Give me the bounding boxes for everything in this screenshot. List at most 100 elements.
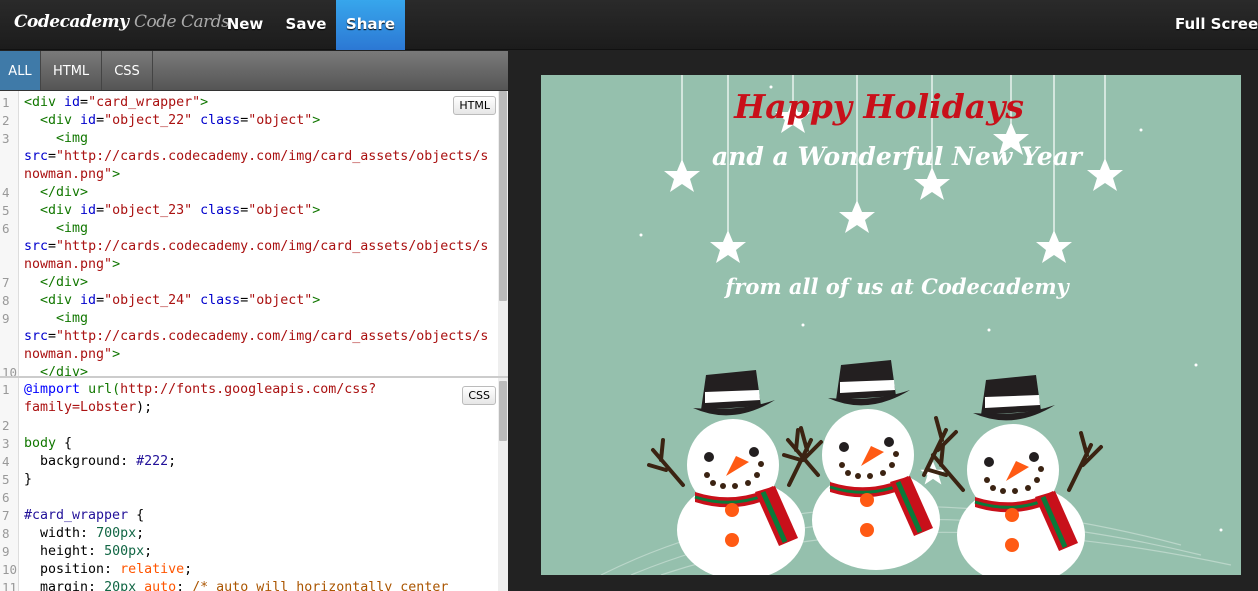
code-text: background: #222; [24,453,176,471]
code-line[interactable]: 10 </div> [0,364,498,376]
card-title: Happy Holidays [734,87,1024,126]
code-line[interactable]: src="http://cards.codecademy.com/img/car… [0,148,498,166]
code-token: = [96,203,105,218]
code-token: #222 [136,454,169,469]
code-token: src [24,149,49,164]
code-line[interactable]: 1 @import url(http://fonts.googleapis.com… [0,381,498,399]
save-button[interactable]: Save [276,0,336,50]
code-token: <img [56,131,89,146]
code-token: </div> [40,275,89,290]
code-text: <div id="object_23" class="object"> [24,202,320,220]
code-text: <img [24,130,88,148]
css-scrollbar[interactable] [498,378,508,591]
code-token: "object_23" [104,203,193,218]
code-line[interactable]: 9 height: 500px; [0,543,498,561]
css-mode-button[interactable]: CSS [462,386,496,405]
code-text: nowman.png"> [24,346,120,364]
code-line[interactable]: nowman.png"> [0,166,498,184]
code-line[interactable]: 8 width: 700px; [0,525,498,543]
code-line[interactable]: 8 <div id="object_24" class="object"> [0,292,498,310]
line-number: 4 [2,454,10,469]
code-token: ); [136,400,153,415]
code-line[interactable]: 9 <img [0,310,498,328]
tab-html[interactable]: HTML [41,51,103,90]
code-line[interactable]: 5} [0,471,498,489]
css-editor[interactable]: 1 @import url(http://fonts.googleapis.com… [0,378,508,591]
share-button[interactable]: Share [336,0,405,50]
code-line[interactable]: 3 <img [0,130,498,148]
line-number: 7 [2,275,10,290]
tab-css[interactable]: CSS [102,51,153,90]
code-text: <img [24,220,88,238]
code-editor: ALL HTML CSS 1 <div id="card_wrapper"> 2 <… [0,51,508,591]
code-line[interactable]: src="http://cards.codecademy.com/img/car… [0,238,498,256]
card-signature: from all of us at Codecademy [725,274,1069,299]
html-scrollbar[interactable] [498,91,508,376]
code-line[interactable]: 4 </div> [0,184,498,202]
code-token: <div [40,293,81,308]
code-line[interactable]: 6 [0,489,498,507]
line-number: 5 [2,203,10,218]
code-line[interactable]: 4 background: #222; [0,453,498,471]
html-editor[interactable]: 1 <div id="card_wrapper"> 2 <div id="objec… [0,91,508,378]
line-number: 10 [2,562,18,577]
code-line[interactable]: 2 [0,417,498,435]
code-text: nowman.png"> [24,166,120,184]
code-token: family=Lobster [24,400,137,415]
scrollbar-thumb[interactable] [499,91,507,301]
tab-all[interactable]: ALL [0,51,41,90]
code-token: = [48,149,57,164]
scrollbar-thumb[interactable] [499,381,507,441]
line-number: 7 [2,508,10,523]
code-line[interactable]: 3 body { [0,435,498,453]
code-token: { [56,436,73,451]
code-line[interactable]: 11 margin: 20px auto; /* auto will horiz… [0,579,498,591]
code-text: body { [24,435,72,453]
code-text: </div> [24,274,88,292]
code-token: </div> [40,185,89,200]
fullscreen-button[interactable]: Full Screen [1175,0,1258,50]
code-token: ; [144,544,153,559]
code-token: #card_wrapper [24,508,129,523]
code-token: <img [56,221,89,236]
code-line[interactable]: nowman.png"> [0,256,498,274]
code-token: ; [168,454,177,469]
code-token: > [200,95,209,110]
code-line[interactable]: family=Lobster); [0,399,498,417]
code-token: "object" [248,113,313,128]
code-line[interactable]: 10 position: relative; [0,561,498,579]
code-token: /* auto will horizontally center [192,580,449,591]
code-token: auto [144,580,177,591]
code-line[interactable]: 7 #card_wrapper { [0,507,498,525]
code-line[interactable]: 6 <img [0,220,498,238]
code-line[interactable]: 5 <div id="object_23" class="object"> [0,202,498,220]
code-text: src="http://cards.codecademy.com/img/car… [24,238,488,256]
code-line[interactable]: nowman.png"> [0,346,498,364]
new-button[interactable]: New [215,0,275,50]
card-preview: Happy Holidays and a Wonderful New Year … [508,51,1258,591]
code-line[interactable]: 7 </div> [0,274,498,292]
code-line[interactable]: src="http://cards.codecademy.com/img/car… [0,328,498,346]
code-text: <div id="object_22" class="object"> [24,112,320,130]
code-token: 500px [104,544,145,559]
card-subtitle: and a Wonderful New Year [712,142,1082,171]
logo[interactable]: Codecademy Code Cards [14,12,230,32]
code-token: > [112,257,121,272]
code-token: @import [24,382,81,397]
code-token: id [80,113,97,128]
code-line[interactable]: 2 <div id="object_22" class="object"> [0,112,498,130]
code-line[interactable]: 1 <div id="card_wrapper"> [0,94,498,112]
editor-tabs: ALL HTML CSS [0,51,508,91]
html-mode-button[interactable]: HTML [453,96,496,115]
line-number: 6 [2,490,10,505]
